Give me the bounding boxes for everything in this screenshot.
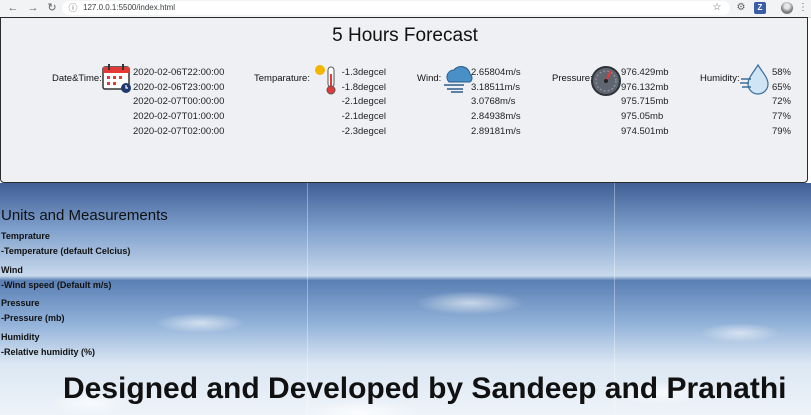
forward-arrow-icon[interactable]: → — [27, 2, 39, 14]
wind-value: 2.84938m/s — [471, 111, 521, 123]
page-title: 5 Hours Forecast — [332, 25, 478, 46]
reload-icon[interactable]: ↻ — [46, 2, 58, 14]
pressure-list: 976.429mb 976.132mb 975.715mb 975.05mb 9… — [621, 66, 669, 140]
url-text: 127.0.0.1:5500/index.html — [83, 3, 176, 12]
temperature-value: -1.8degcel — [341, 81, 386, 93]
footer-credit: Designed and Developed by Sandeep and Pr… — [63, 372, 787, 405]
humidity-label: Humidity: — [700, 73, 740, 84]
humidity-unit-heading: Humidity — [1, 332, 40, 342]
thermometer-sun-icon — [315, 65, 336, 95]
info-icon[interactable]: ⓘ — [68, 3, 78, 13]
temperature-list: -1.3degcel -1.8degcel -2.1degcel -2.1deg… — [340, 66, 386, 140]
humidity-value: 65% — [771, 81, 791, 93]
pressure-value: 974.501mb — [621, 125, 669, 137]
humidity-unit-description: -Relative humidity (%) — [1, 347, 96, 357]
avatar[interactable] — [781, 2, 794, 15]
pressure-unit-heading: Pressure — [1, 298, 40, 308]
settings-gear-icon[interactable]: ⚙ — [735, 2, 747, 14]
temperature-value: -2.1degcel — [341, 111, 386, 123]
bookmark-star-icon[interactable]: ☆ — [711, 2, 723, 14]
pressure-gauge-icon — [591, 66, 621, 96]
humidity-list: 58% 65% 72% 77% 79% — [757, 66, 791, 140]
temperature-unit-description: -Temperature (default Celcius) — [1, 246, 131, 256]
humidity-value: 58% — [771, 67, 791, 78]
temperature-value: -1.3degcel — [341, 67, 386, 78]
back-arrow-icon[interactable]: ← — [7, 2, 19, 14]
wind-list: 2.65804m/s 3.18511m/s 3.0768m/s 2.84938m… — [471, 66, 521, 140]
pressure-value: 976.429mb — [621, 67, 669, 78]
temperature-unit-heading: Temprature — [1, 231, 50, 241]
wind-label: Wind: — [417, 73, 442, 84]
humidity-value: 79% — [771, 125, 791, 137]
wind-value: 2.65804m/s — [471, 67, 521, 78]
humidity-value: 72% — [771, 96, 791, 108]
wind-unit-heading: Wind — [1, 265, 23, 275]
menu-kebab-icon[interactable]: ⋮ — [797, 2, 809, 14]
extension-z-icon[interactable]: Z — [754, 2, 766, 14]
pressure-label: Pressure: — [552, 73, 593, 84]
temperature-value: -2.3degcel — [341, 125, 386, 137]
pressure-value: 975.05mb — [621, 111, 664, 123]
forecast-panel: 5 Hours Forecast Date&Time: 2020-02-06T2… — [0, 17, 808, 183]
temperature-value: -2.1degcel — [341, 96, 386, 108]
pressure-value: 976.132mb — [621, 81, 669, 93]
units-heading: Units and Measurements — [1, 207, 168, 224]
datetime-list: 2020-02-06T22:00:00 2020-02-06T23:00:00 … — [133, 66, 224, 140]
datetime-value: 2020-02-06T22:00:00 — [133, 67, 225, 78]
calendar-icon — [102, 64, 131, 93]
wind-cloud-icon — [444, 66, 473, 93]
datetime-value: 2020-02-07T00:00:00 — [133, 96, 225, 108]
datetime-value: 2020-02-07T01:00:00 — [133, 111, 225, 123]
browser-toolbar: ← → ↻ ⓘ 127.0.0.1:5500/index.html ☆ ⚙ Z … — [0, 0, 811, 18]
pressure-unit-description: -Pressure (mb) — [1, 313, 65, 323]
datetime-value: 2020-02-07T02:00:00 — [133, 125, 225, 137]
wind-value: 3.18511m/s — [471, 81, 520, 93]
pressure-value: 975.715mb — [621, 96, 669, 108]
wind-value: 2.89181m/s — [471, 125, 521, 137]
wind-value: 3.0768m/s — [471, 96, 516, 108]
address-bar[interactable]: ⓘ 127.0.0.1:5500/index.html — [62, 1, 730, 15]
temperature-label: Temparature: — [254, 73, 310, 84]
humidity-value: 77% — [771, 111, 791, 123]
wind-unit-description: -Wind speed (Default m/s) — [1, 280, 112, 290]
datetime-label: Date&Time: — [52, 73, 102, 84]
datetime-value: 2020-02-06T23:00:00 — [133, 81, 225, 93]
